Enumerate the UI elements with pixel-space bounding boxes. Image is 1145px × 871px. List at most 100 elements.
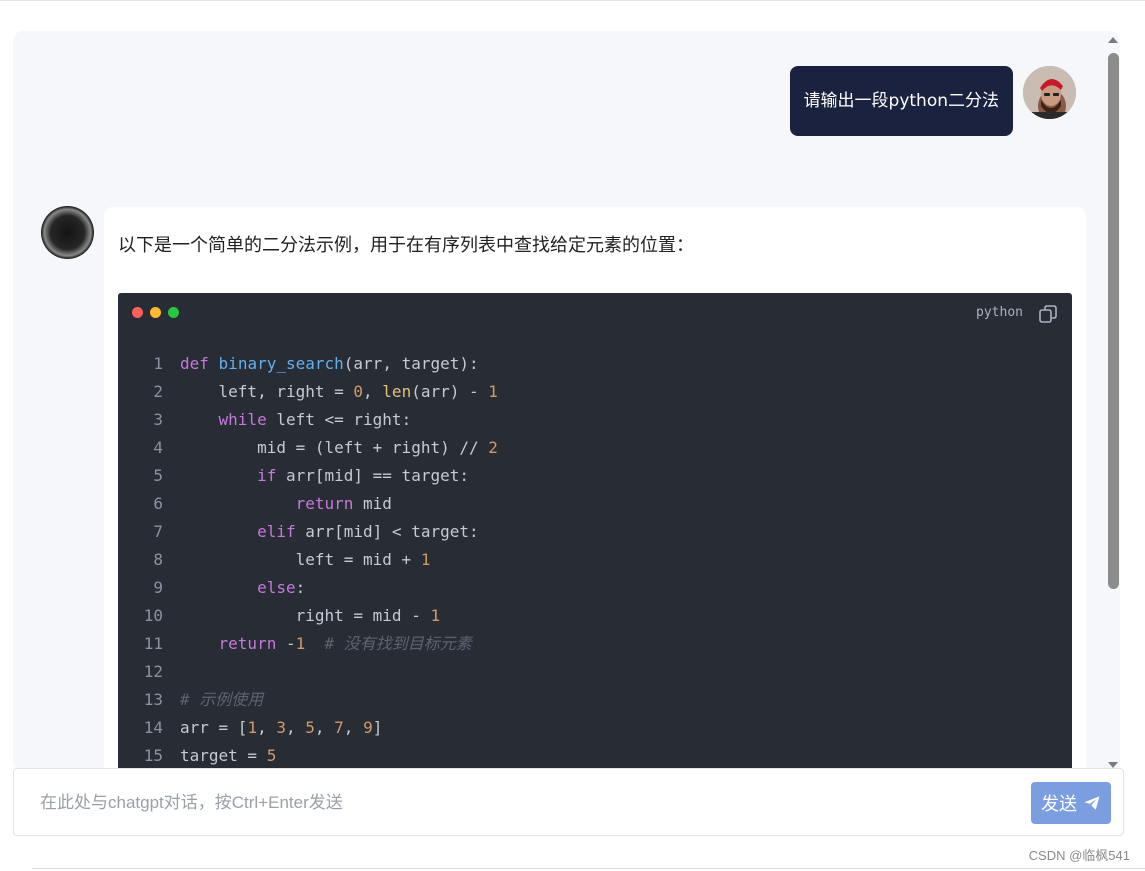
paper-plane-icon [1084, 796, 1100, 810]
code-token: mid [353, 494, 392, 513]
bottom-divider [32, 868, 1145, 869]
code-line: 14 arr = [1, 3, 5, 7, 9] [118, 714, 1072, 742]
code-token: 2 [488, 438, 498, 457]
code-line: 15 target = 5 [118, 742, 1072, 770]
code-token: arr[mid] == target: [276, 466, 469, 485]
code-token: 1 [247, 718, 258, 737]
code-token: len [382, 382, 412, 401]
assistant-message-card: 以下是一个简单的二分法示例，用于在有序列表中查找给定元素的位置： python … [104, 207, 1086, 771]
code-line: 7 elif arr[mid] < target: [118, 518, 1072, 546]
scroll-up-arrow-icon[interactable] [1108, 37, 1118, 43]
code-token: , [314, 718, 335, 737]
code-token: , [257, 718, 277, 737]
line-number: 13 [143, 690, 163, 709]
line-number: 4 [153, 438, 163, 457]
code-token: return [218, 634, 277, 653]
code-token: # 没有找到目标元素 [324, 634, 472, 653]
code-line: 1 def binary_search(arr, target): [118, 350, 1072, 378]
line-number: 6 [153, 494, 163, 513]
code-token: ] [372, 718, 383, 737]
copy-icon[interactable] [1038, 304, 1058, 324]
code-token: 5 [266, 746, 277, 765]
code-token: # 示例使用 [180, 690, 264, 709]
line-number: 11 [143, 634, 163, 653]
assistant-intro-text: 以下是一个简单的二分法示例，用于在有序列表中查找给定元素的位置： [118, 235, 694, 256]
send-button-label: 发送 [1041, 794, 1077, 814]
code-token: (arr, target): [343, 354, 479, 373]
send-button[interactable]: 发送 [1031, 782, 1111, 824]
code-token: , [285, 718, 306, 737]
code-line: 13 # 示例使用 [118, 686, 1072, 714]
line-number: 5 [153, 466, 163, 485]
code-token: arr = [ [180, 718, 248, 737]
code-line: 2 left, right = 0, len(arr) - 1 [118, 378, 1072, 406]
line-number: 1 [153, 354, 163, 373]
line-number: 10 [143, 606, 163, 625]
code-block: python 1 def binary_search(arr, target): 2… [118, 293, 1072, 771]
scrollbar-thumb[interactable] [1108, 53, 1119, 589]
chat-scrollbar[interactable] [1105, 33, 1120, 770]
code-token: arr[mid] < target: [295, 522, 479, 541]
code-token: (arr) - [411, 382, 489, 401]
code-token: 0 [353, 382, 364, 401]
code-token: : [295, 578, 306, 597]
line-number: 3 [153, 410, 163, 429]
code-token: - [276, 634, 296, 653]
code-token: left <= right: [266, 410, 412, 429]
line-number: 7 [153, 522, 163, 541]
code-line: 11 return -1 # 没有找到目标元素 [118, 630, 1072, 658]
code-token: , [363, 382, 383, 401]
code-line: 10 right = mid - 1 [118, 602, 1072, 630]
code-token: 9 [363, 718, 373, 737]
code-token: return [295, 494, 354, 513]
user-message-row: 请输出一段python二分法 [789, 66, 1076, 136]
code-language-label: python [976, 305, 1023, 320]
user-avatar-photo [1023, 66, 1076, 119]
code-token: 1 [430, 606, 441, 625]
code-line: 6 return mid [118, 490, 1072, 518]
code-line: 5 if arr[mid] == target: [118, 462, 1072, 490]
user-avatar [1023, 66, 1076, 119]
chat-panel: 请输出一段python二分法 以下是一个简单的二分法示例，用于在有序列表中查找给… [13, 31, 1120, 771]
chat-input[interactable] [24, 783, 1024, 823]
code-token: 1 [295, 634, 306, 653]
code-token: if [257, 466, 277, 485]
code-token: 1 [488, 382, 498, 401]
window-dot-yellow [150, 307, 161, 318]
code-token: right = mid - [180, 606, 431, 625]
code-token: 3 [276, 718, 286, 737]
code-line: 9 else: [118, 574, 1072, 602]
code-token: target = [180, 746, 267, 765]
code-token: 7 [334, 718, 344, 737]
code-token: elif [257, 522, 296, 541]
composer: 发送 [13, 768, 1124, 836]
watermark: CSDN @临枫541 [1028, 848, 1130, 863]
line-number: 14 [143, 718, 163, 737]
code-token: left = mid + [180, 550, 421, 569]
code-token: 5 [305, 718, 315, 737]
code-token: mid = (left + right) // [180, 438, 489, 457]
code-token: , [343, 718, 364, 737]
code-token: left, right = [180, 382, 354, 401]
assistant-avatar [41, 206, 94, 259]
window-dot-green [168, 307, 179, 318]
code-lines: 1 def binary_search(arr, target): 2 left, … [118, 350, 1072, 770]
window-dot-red [132, 307, 143, 318]
line-number: 12 [143, 662, 163, 681]
code-line: 3 while left <= right: [118, 406, 1072, 434]
code-token: 1 [420, 550, 431, 569]
code-token: binary_search [218, 354, 344, 373]
code-token: def [180, 354, 209, 373]
user-message-bubble: 请输出一段python二分法 [789, 66, 1013, 136]
code-line: 8 left = mid + 1 [118, 546, 1072, 574]
code-token: while [218, 410, 267, 429]
code-line: 4 mid = (left + right) // 2 [118, 434, 1072, 462]
